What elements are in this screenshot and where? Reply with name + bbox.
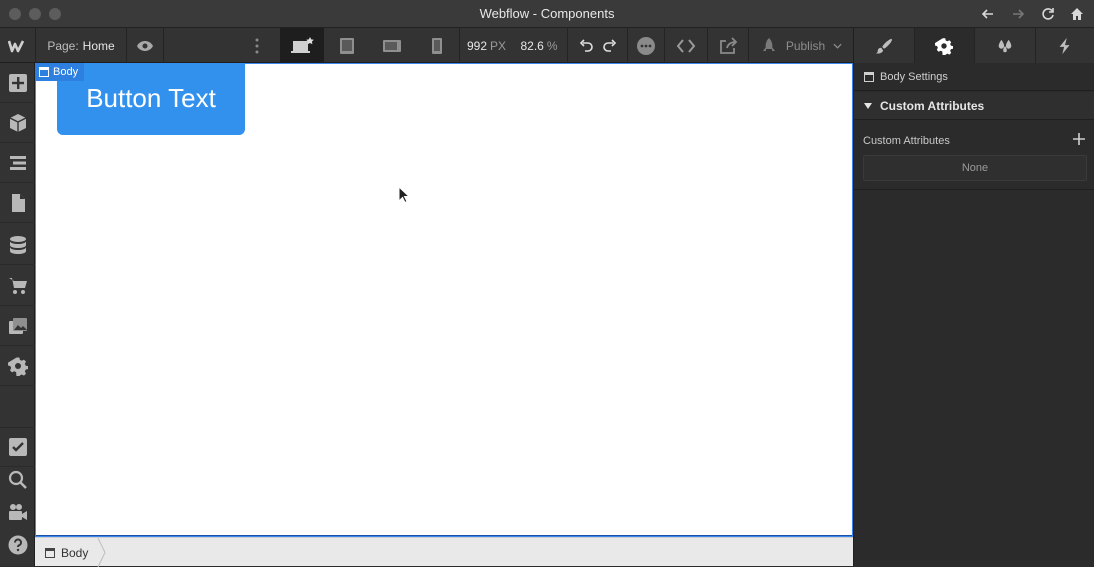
design-canvas[interactable]: Button Text Body bbox=[35, 63, 853, 537]
components-panel-button[interactable] bbox=[0, 103, 35, 143]
page-selector[interactable]: Page: Home bbox=[36, 28, 126, 63]
breakpoint-landscape-button[interactable] bbox=[369, 28, 414, 63]
assets-icon bbox=[8, 316, 28, 336]
tab-interactions[interactable] bbox=[1036, 28, 1094, 63]
settings-title: Body Settings bbox=[880, 71, 948, 83]
navigator-icon bbox=[8, 153, 28, 173]
mouse-cursor-icon bbox=[398, 186, 410, 204]
comments-icon[interactable] bbox=[628, 28, 664, 63]
rocket-icon bbox=[760, 37, 778, 55]
drops-icon bbox=[996, 37, 1014, 55]
canvas-width-readout[interactable]: 992 PX bbox=[460, 28, 513, 63]
webflow-logo-icon[interactable] bbox=[0, 28, 35, 63]
body-tag-label: Body bbox=[53, 66, 78, 78]
left-sidebar bbox=[0, 63, 35, 566]
breakpoint-portrait-button[interactable] bbox=[414, 28, 459, 63]
cms-icon bbox=[8, 235, 28, 255]
zoom-readout[interactable]: 82.6 % bbox=[513, 28, 565, 63]
breadcrumb-item-body[interactable]: Body bbox=[35, 538, 102, 567]
right-panel-tabs bbox=[854, 28, 1094, 63]
custom-attributes-section-toggle[interactable]: Custom Attributes bbox=[854, 92, 1094, 120]
undo-icon[interactable] bbox=[574, 28, 598, 63]
chevron-down-icon bbox=[833, 43, 842, 49]
body-selection-tag[interactable]: Body bbox=[35, 63, 84, 81]
canvas-width-value: 992 bbox=[467, 39, 487, 53]
navigator-panel-button[interactable] bbox=[0, 143, 35, 183]
cms-panel-button[interactable] bbox=[0, 225, 35, 265]
zoom-value: 82.6 bbox=[520, 39, 543, 53]
settings-icon bbox=[8, 356, 28, 376]
custom-attributes-label: Custom Attributes bbox=[863, 135, 950, 147]
assets-panel-button[interactable] bbox=[0, 306, 35, 346]
plus-icon bbox=[1072, 132, 1086, 146]
video-icon bbox=[8, 502, 28, 522]
window-title: Webflow - Components bbox=[0, 6, 1094, 21]
reload-icon[interactable] bbox=[1040, 6, 1056, 22]
add-attribute-button[interactable] bbox=[1072, 132, 1086, 146]
redo-icon[interactable] bbox=[598, 28, 622, 63]
body-element-icon bbox=[45, 548, 55, 558]
breakpoint-desktop-button[interactable] bbox=[280, 28, 324, 63]
designer-toolbar: Page: Home 992 PX 82.6 % bbox=[0, 28, 853, 63]
preview-eye-icon[interactable] bbox=[127, 28, 163, 63]
forward-arrow-icon[interactable] bbox=[1010, 6, 1026, 22]
search-icon bbox=[8, 470, 28, 490]
gear-icon bbox=[935, 37, 953, 55]
breakpoint-tablet-button[interactable] bbox=[324, 28, 369, 63]
back-arrow-icon[interactable] bbox=[980, 6, 996, 22]
element-settings-header: Body Settings bbox=[854, 63, 1094, 91]
more-options-icon[interactable] bbox=[245, 28, 269, 63]
components-icon bbox=[8, 113, 28, 133]
page-label: Page: bbox=[47, 39, 78, 53]
ecommerce-panel-button[interactable] bbox=[0, 266, 35, 306]
style-brush-icon bbox=[875, 37, 893, 55]
breadcrumb: Body bbox=[35, 537, 853, 566]
tasks-icon bbox=[8, 437, 28, 457]
section-title: Custom Attributes bbox=[880, 99, 984, 113]
breadcrumb-separator-icon bbox=[97, 538, 107, 567]
interactions-bolt-icon bbox=[1056, 37, 1074, 55]
add-icon bbox=[8, 73, 28, 93]
ecommerce-icon bbox=[8, 276, 28, 296]
breadcrumb-label: Body bbox=[61, 546, 88, 560]
canvas-width-unit: PX bbox=[490, 39, 506, 53]
publish-button[interactable]: Publish bbox=[749, 28, 853, 63]
publish-label: Publish bbox=[786, 39, 825, 53]
code-export-icon[interactable] bbox=[665, 28, 707, 63]
body-element-icon bbox=[39, 67, 49, 77]
section-divider bbox=[854, 189, 1094, 190]
button-element[interactable]: Button Text bbox=[57, 63, 245, 135]
help-button[interactable] bbox=[0, 525, 35, 565]
tab-style[interactable] bbox=[854, 28, 915, 63]
window-titlebar: Webflow - Components bbox=[0, 0, 1094, 28]
settings-panel-button[interactable] bbox=[0, 346, 35, 386]
body-element-icon bbox=[864, 72, 874, 82]
page-value: Home bbox=[83, 39, 115, 53]
zoom-unit: % bbox=[547, 39, 558, 53]
pages-panel-button[interactable] bbox=[0, 183, 35, 223]
home-icon[interactable] bbox=[1069, 6, 1085, 22]
caret-down-icon bbox=[864, 103, 872, 109]
add-panel-button[interactable] bbox=[0, 63, 35, 103]
share-icon[interactable] bbox=[708, 28, 748, 63]
attributes-empty-state: None bbox=[863, 155, 1087, 181]
pages-icon bbox=[8, 193, 28, 213]
tab-style-manager[interactable] bbox=[975, 28, 1036, 63]
help-icon bbox=[8, 535, 28, 555]
right-panel: Body Settings Custom Attributes Custom A… bbox=[853, 28, 1094, 566]
tab-settings[interactable] bbox=[915, 28, 976, 63]
